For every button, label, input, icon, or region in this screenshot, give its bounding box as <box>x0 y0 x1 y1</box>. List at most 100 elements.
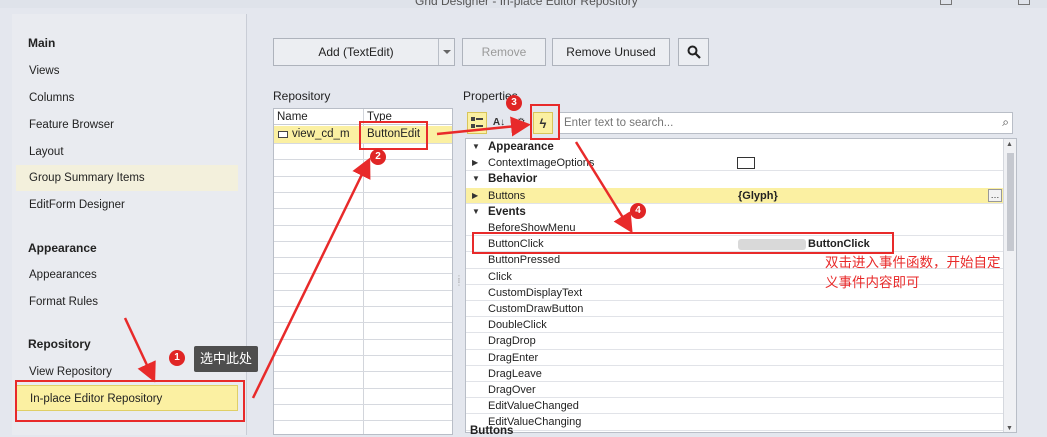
expand-arrow-icon[interactable]: ▶ <box>472 155 478 171</box>
property-name: DragDrop <box>488 335 536 348</box>
collapse-arrow-icon[interactable]: ▼ <box>472 171 480 187</box>
main-panel: Add (TextEdit) Remove Remove Unused Repo… <box>247 14 1047 437</box>
annotation-note-line2: 义事件内容即可 <box>825 275 920 290</box>
window-title: Grid Designer - In-place Editor Reposito… <box>415 0 638 8</box>
annotation-box-type <box>359 121 428 150</box>
property-row[interactable]: DragLeave <box>466 366 1006 382</box>
remove-unused-button[interactable]: Remove Unused <box>552 38 670 66</box>
property-name: DragEnter <box>488 351 539 364</box>
color-swatch[interactable] <box>737 157 755 170</box>
add-editor-label: Add (TextEdit) <box>318 45 394 59</box>
property-grid-scrollbar[interactable]: ▲ ▼ <box>1003 139 1016 432</box>
property-name: EditValueChanged <box>488 400 579 413</box>
sidebar-item-views[interactable]: Views <box>16 58 238 84</box>
magnifier-icon <box>687 45 701 59</box>
window-close-icon[interactable] <box>1018 0 1030 5</box>
grid-line <box>274 354 452 356</box>
grid-line <box>274 175 452 177</box>
annotation-badge-4: 4 <box>630 203 646 219</box>
sidebar-item-editform-designer[interactable]: EditForm Designer <box>16 192 238 218</box>
property-name: Appearance <box>488 141 554 153</box>
property-row[interactable]: DragOver <box>466 382 1006 399</box>
search-icon: ⌕ <box>1002 115 1009 129</box>
sidebar-item-feature-browser[interactable]: Feature Browser <box>16 112 238 138</box>
group-header-repository: Repository <box>28 337 91 351</box>
ellipsis-button[interactable]: … <box>988 188 1002 202</box>
group-header-main: Main <box>28 36 56 50</box>
property-row[interactable]: EditValueChanging <box>466 414 1006 431</box>
property-row[interactable]: DragDrop <box>466 333 1006 350</box>
annotation-box-events <box>530 104 560 140</box>
property-value[interactable]: {Glyph} <box>738 188 778 204</box>
property-description-title: Buttons <box>470 425 514 437</box>
remove-button[interactable]: Remove <box>462 38 546 66</box>
property-category[interactable]: ▼ Events <box>466 204 1006 220</box>
property-name: Buttons <box>488 189 526 202</box>
property-row[interactable]: CustomDrawButton <box>466 301 1006 318</box>
property-name: ButtonPressed <box>488 254 561 267</box>
grid-line <box>274 240 452 242</box>
annotation-badge-2: 2 <box>370 149 386 165</box>
grid-line <box>274 338 452 340</box>
annotation-note: 双击进入事件函数，开始自定 义事件内容即可 <box>825 253 1001 293</box>
sidebar-item-group-summary-items[interactable]: Group Summary Items <box>16 165 238 191</box>
editor-icon <box>278 131 288 138</box>
property-search-box: ⌕ <box>559 112 1013 134</box>
property-row[interactable]: ▶ Buttons {Glyph} … <box>466 187 1006 204</box>
property-name: DoubleClick <box>488 319 547 332</box>
property-name: CustomDisplayText <box>488 286 583 299</box>
sidebar-item-appearances[interactable]: Appearances <box>16 262 238 288</box>
property-name: DragLeave <box>488 367 542 380</box>
add-editor-button[interactable]: Add (TextEdit) <box>273 38 455 66</box>
row-name: view_cd_m <box>292 128 350 140</box>
property-name: DragOver <box>488 384 536 396</box>
property-category[interactable]: ▼ Appearance <box>466 139 1006 155</box>
property-name: ContextImageOptions <box>488 157 595 170</box>
grid-line <box>274 420 452 422</box>
property-row[interactable]: ▶ ContextImageOptions <box>466 155 1006 172</box>
splitter[interactable]: ⋮ ⋮ <box>455 275 463 291</box>
annotation-note-line1: 双击进入事件函数，开始自定 <box>825 255 1001 270</box>
property-row[interactable]: DoubleClick <box>466 317 1006 334</box>
grid-line <box>274 306 452 307</box>
grid-line <box>274 208 452 210</box>
categorized-view-icon[interactable] <box>467 112 487 134</box>
property-category[interactable]: ▼ Behavior <box>466 171 1006 187</box>
sidebar-item-layout[interactable]: Layout <box>16 139 238 165</box>
grid-line <box>274 273 452 275</box>
property-name: Behavior <box>488 173 538 186</box>
annotation-tooltip: 选中此处 <box>194 346 259 372</box>
grid-line <box>274 289 452 291</box>
annotation-badge-1: 1 <box>169 350 185 366</box>
grid-line <box>274 371 452 373</box>
repository-label: Repository <box>273 89 331 103</box>
search-button[interactable] <box>678 38 709 66</box>
grid-line <box>274 322 452 324</box>
add-dropdown-arrow-icon[interactable] <box>438 39 454 65</box>
annotation-badge-3: 3 <box>506 95 522 111</box>
property-row[interactable]: DragEnter <box>466 350 1006 366</box>
scrollbar-thumb[interactable] <box>1007 153 1014 251</box>
grid-line <box>274 224 452 226</box>
properties-tab-icon[interactable]: ⚙ <box>511 112 531 134</box>
alphabetical-view-icon[interactable]: A↓ <box>489 112 509 134</box>
property-name: Click <box>488 270 512 283</box>
group-header-appearance: Appearance <box>28 241 97 255</box>
title-bar: Grid Designer - In-place Editor Reposito… <box>0 0 1047 8</box>
annotation-box-sidebar <box>15 380 245 422</box>
window-restore-icon[interactable] <box>940 0 952 5</box>
property-row[interactable]: EditValueChanged <box>466 398 1006 415</box>
collapse-arrow-icon[interactable]: ▼ <box>472 204 480 220</box>
sidebar-item-columns[interactable]: Columns <box>16 85 238 111</box>
column-header-name[interactable]: Name <box>274 109 364 125</box>
grid-line <box>274 191 452 193</box>
property-name: Events <box>488 205 526 218</box>
grid-line <box>274 387 452 389</box>
collapse-arrow-icon[interactable]: ▼ <box>472 139 480 155</box>
sidebar-item-format-rules[interactable]: Format Rules <box>16 289 238 315</box>
expand-arrow-icon[interactable]: ▶ <box>472 188 478 204</box>
repository-grid: Name Type view_cd_m ButtonEdit <box>273 108 453 435</box>
remove-unused-label: Remove Unused <box>566 45 656 59</box>
property-search-input[interactable] <box>560 113 990 133</box>
property-name: CustomDrawButton <box>488 303 584 315</box>
